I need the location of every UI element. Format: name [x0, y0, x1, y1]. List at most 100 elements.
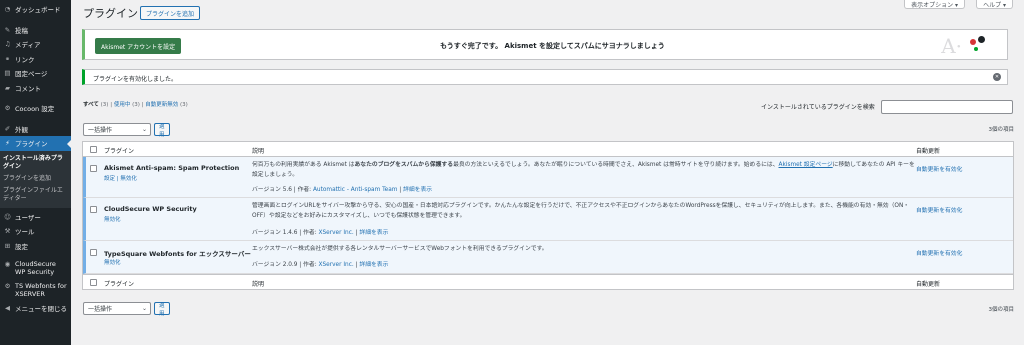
sidebar-item-dashboard[interactable]: ◔ ダッシュボード	[0, 2, 71, 17]
sidebar-item-tools[interactable]: ⚒ ツール	[0, 224, 71, 239]
dismiss-icon[interactable]: ✕	[993, 73, 1001, 81]
search-label: インストールされているプラグインを検索	[761, 104, 875, 111]
desc-text: 最良の方法といえるでしょう。あなたが眠りについている時間でさえ、Akismet …	[453, 162, 779, 168]
submenu-plugin-editor[interactable]: プラグインファイルエディター	[0, 185, 71, 205]
sidebar-item-media[interactable]: ♫ メディア	[0, 37, 71, 52]
sidebar-item-label: 設定	[15, 242, 28, 251]
chevron-down-icon: ⌄	[141, 305, 147, 312]
filter-active-count: (3)	[132, 102, 140, 108]
sidebar-item-posts[interactable]: ✎ 投稿	[0, 23, 71, 38]
sidebar-item-cocoon[interactable]: ⚙ Cocoon 設定	[0, 101, 71, 116]
sidebar-item-label: メニューを閉じる	[15, 305, 67, 314]
sidebar-item-pages[interactable]: ▤ 固定ページ	[0, 66, 71, 81]
details-link[interactable]: 詳細を表示	[359, 230, 388, 236]
collapse-icon: ◀	[5, 304, 10, 313]
table-footer: プラグイン 説明 自動更新	[83, 274, 1013, 289]
sidebar-item-label: 固定ページ	[15, 70, 48, 79]
media-icon: ♫	[4, 40, 11, 49]
cocoon-icon: ⚙	[4, 104, 11, 113]
screen-options-button[interactable]: 表示オプション ▾	[904, 0, 965, 9]
sidebar-item-cloudsecure[interactable]: ◉ CloudSecure WP Security	[0, 257, 71, 279]
submenu-installed-plugins[interactable]: インストール済みプラグイン	[0, 153, 71, 173]
plugin-name: CloudSecure WP Security	[104, 205, 197, 213]
row-checkbox[interactable]	[90, 165, 97, 172]
sidebar-item-label: ツール	[15, 228, 35, 237]
sidebar-collapse[interactable]: ◀ メニューを閉じる	[0, 301, 71, 316]
enable-auto-update-link[interactable]: 自動更新を有効化	[916, 205, 962, 214]
comment-icon: ▰	[5, 83, 10, 92]
details-link[interactable]: 詳細を表示	[359, 262, 388, 268]
add-plugin-button[interactable]: プラグインを追加	[140, 6, 201, 20]
sidebar-item-appearance[interactable]: ✐ 外観	[0, 122, 71, 137]
select-all-checkbox[interactable]	[90, 146, 97, 153]
filter-all[interactable]: すべて	[83, 102, 99, 108]
sidebar-item-label: 外観	[15, 125, 28, 134]
plugin-filters: すべて (3) | 使用中 (3) | 自動更新無効 (3)	[83, 100, 188, 108]
sidebar-item-users[interactable]: ☺ ユーザー	[0, 210, 71, 225]
akismet-settings-link[interactable]: Akismet 設定ページ	[779, 162, 833, 168]
plugin-version: バージョン 1.4.6 | 作者:	[252, 230, 319, 236]
page-title: プラグイン	[83, 7, 138, 20]
plugin-version: バージョン 2.0.9 | 作者:	[252, 262, 319, 268]
plugin-actions[interactable]: 無効化	[104, 215, 121, 223]
dashboard-icon: ◔	[4, 5, 11, 14]
bulk-action-value: 一括操作	[88, 127, 113, 134]
plugin-version: バージョン 5.6 | 作者:	[252, 187, 313, 193]
author-link[interactable]: XServer Inc.	[319, 262, 354, 268]
bulk-action-select[interactable]: 一括操作 ⌄	[83, 123, 151, 136]
sidebar-item-label: プラグイン	[15, 140, 48, 149]
page-icon: ▤	[4, 69, 11, 78]
sidebar-item-label: メディア	[15, 41, 41, 50]
akismet-logo: A·	[941, 34, 962, 58]
sidebar-item-links[interactable]: ⚭ リンク	[0, 52, 71, 67]
plugin-description: 何百万もの利用実績がある Akismet はあなたのブログをスパムから保護する最…	[252, 161, 917, 180]
sidebar-item-settings[interactable]: ⊞ 設定	[0, 239, 71, 254]
plugin-meta: バージョン 1.4.6 | 作者: XServer Inc. | 詳細を表示	[252, 227, 388, 236]
akismet-dot-icon	[978, 36, 985, 43]
plugin-icon: ⚡	[5, 139, 10, 148]
bulk-action-select[interactable]: 一括操作 ⌄	[83, 302, 151, 315]
column-footer-plugin: プラグイン	[104, 281, 135, 288]
help-button[interactable]: ヘルプ ▾	[976, 0, 1013, 9]
plugin-name: Akismet Anti-spam: Spam Protection	[104, 164, 240, 172]
apply-button[interactable]: 適用	[154, 302, 170, 317]
filter-sep: |	[110, 102, 113, 108]
sidebar-item-ts-webfonts[interactable]: ⚙ TS Webfonts for XSERVER	[0, 279, 71, 301]
table-header: プラグイン 説明 自動更新	[83, 142, 1013, 157]
author-link[interactable]: Automattic - Anti-spam Team	[313, 187, 397, 193]
filter-auto-update-disabled[interactable]: 自動更新無効	[145, 102, 178, 108]
appearance-icon: ✐	[4, 124, 11, 133]
enable-auto-update-link[interactable]: 自動更新を有効化	[916, 248, 962, 257]
cloudsecure-icon: ◉	[4, 260, 11, 268]
select-all-checkbox-footer[interactable]	[90, 279, 97, 286]
search-input[interactable]	[881, 100, 1013, 114]
akismet-dot-icon	[974, 47, 978, 51]
sidebar-item-label: 投稿	[15, 26, 28, 35]
desc-text: 何百万もの利用実績がある Akismet は	[252, 162, 355, 168]
filter-auto-disabled-count: (3)	[180, 102, 188, 108]
table-row: CloudSecure WP Security 無効化 管理画面とログインURL…	[83, 198, 1013, 241]
main-content: プラグイン プラグインを追加 表示オプション ▾ ヘルプ ▾ Akismet ア…	[71, 0, 1024, 345]
sidebar-item-comments[interactable]: ▰ コメント	[0, 81, 71, 96]
filter-active[interactable]: 使用中	[114, 102, 131, 108]
link-icon: ⚭	[4, 54, 11, 63]
apply-button[interactable]: 適用	[154, 123, 170, 138]
row-checkbox[interactable]	[90, 206, 97, 213]
submenu-add-plugin[interactable]: プラグインを追加	[0, 173, 71, 185]
bulk-action-value: 一括操作	[88, 306, 113, 313]
akismet-setup-button[interactable]: Akismet アカウントを設定	[95, 38, 182, 54]
details-link[interactable]: 詳細を表示	[403, 187, 432, 193]
sidebar-item-label: コメント	[15, 84, 41, 93]
desc-bold: あなたのブログをスパムから保護する	[354, 162, 454, 168]
row-checkbox[interactable]	[90, 249, 97, 256]
sidebar-item-plugins[interactable]: ⚡ プラグイン	[0, 136, 71, 151]
akismet-message: もうすぐ完了です。 Akismet を設定してスパムにサヨナラしましょう	[440, 42, 665, 50]
author-link[interactable]: XServer Inc.	[319, 230, 354, 236]
plugin-meta: バージョン 2.0.9 | 作者: XServer Inc. | 詳細を表示	[252, 259, 388, 268]
sidebar-item-label: リンク	[15, 55, 35, 64]
plugin-actions[interactable]: 無効化	[104, 258, 121, 266]
plugin-description: エックスサーバー株式会社が提供する各レンタルサーバーサービスでWebフォントを利…	[252, 246, 548, 252]
enable-auto-update-link[interactable]: 自動更新を有効化	[916, 164, 962, 173]
sidebar-item-label: ダッシュボード	[15, 6, 61, 15]
plugin-actions[interactable]: 設定 | 無効化	[104, 174, 137, 182]
